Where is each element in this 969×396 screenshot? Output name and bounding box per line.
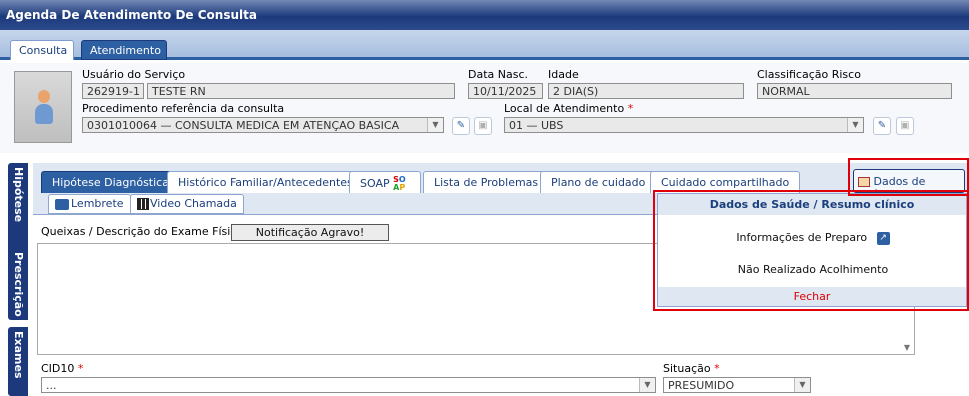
chevron-down-icon[interactable]: ▼ — [427, 118, 443, 132]
local-label: Local de Atendimento * — [504, 102, 633, 115]
save-procedimento-icon[interactable]: ▣ — [474, 117, 492, 135]
qr-code-icon — [137, 198, 149, 210]
message-icon — [55, 198, 69, 210]
tab-lembrete-label: Lembrete — [71, 197, 124, 210]
side-tab-exames[interactable]: Exames — [8, 327, 28, 396]
notificacao-agravo-button[interactable]: Notificação Agravo! — [231, 224, 389, 241]
tab-lista-problemas[interactable]: Lista de Problemas — [423, 171, 550, 193]
side-tab-exames-label: Exames — [12, 331, 25, 379]
side-tab-prescricao[interactable]: Prescrição — [8, 248, 28, 320]
usuario-label: Usuário do Serviço — [82, 68, 186, 81]
local-label-text: Local de Atendimento — [504, 102, 625, 115]
required-mark: * — [627, 102, 634, 115]
tab-plano-cuidado[interactable]: Plano de cuidado — [540, 171, 657, 193]
local-value: 01 — UBS — [509, 119, 564, 132]
highlight-box — [653, 190, 969, 311]
situacao-label: Situação * — [663, 362, 720, 375]
patient-header: Usuário do Serviço 262919-1 TESTE RN Dat… — [0, 63, 969, 153]
required-mark: * — [714, 362, 720, 375]
side-tab-hipotese-label: Hipótese — [12, 167, 25, 223]
situacao-value: PRESUMIDO — [668, 379, 735, 392]
cid10-label: CID10 * — [41, 362, 83, 375]
tab-hipotese-diagnostica[interactable]: Hipótese Diagnóstica — [41, 171, 180, 193]
window-title: Agenda De Atendimento De Consulta — [0, 0, 969, 30]
tab-consulta[interactable]: Consulta — [10, 40, 74, 60]
procedimento-label: Procedimento referência da consulta — [82, 102, 285, 115]
tab-atendimento[interactable]: Atendimento — [81, 40, 167, 60]
chevron-down-icon[interactable]: ▼ — [794, 378, 810, 392]
data-nasc-field: 10/11/2025 — [468, 83, 543, 99]
local-select[interactable]: 01 — UBS ▼ — [504, 117, 864, 133]
tab-soap-label: SOAP — [360, 177, 390, 190]
usuario-name-field: TESTE RN — [147, 83, 455, 99]
data-nasc-label: Data Nasc. — [468, 68, 529, 81]
tab-video-chamada-label: Video Chamada — [150, 197, 237, 210]
tab-lembrete[interactable]: Lembrete — [48, 194, 131, 214]
cid10-value: ... — [46, 379, 57, 392]
tab-historico-familiar[interactable]: Histórico Familiar/Antecedentes — [167, 171, 364, 193]
patient-photo — [14, 71, 72, 143]
queixas-label: Queixas / Descrição do Exame Físico — [41, 225, 244, 238]
cid10-select[interactable]: ... ▼ — [41, 377, 656, 393]
avatar-head — [38, 90, 50, 103]
top-tab-strip: Consulta Atendimento — [0, 30, 969, 60]
idade-field: 2 DIA(S) — [548, 83, 744, 99]
required-mark: * — [77, 362, 84, 375]
classificacao-label: Classificação Risco — [757, 68, 861, 81]
scroll-down-icon[interactable]: ▼ — [904, 343, 910, 352]
cid10-label-text: CID10 — [41, 362, 75, 375]
edit-local-icon[interactable]: ✎ — [873, 117, 891, 135]
soap-icon: SO AP — [393, 175, 406, 192]
idade-label: Idade — [548, 68, 579, 81]
chevron-down-icon[interactable]: ▼ — [639, 378, 655, 392]
situacao-select[interactable]: PRESUMIDO ▼ — [663, 377, 811, 393]
edit-procedimento-icon[interactable]: ✎ — [452, 117, 470, 135]
user-avatar-icon — [35, 90, 53, 126]
usuario-code-field: 262919-1 — [82, 83, 144, 99]
tab-video-chamada[interactable]: Video Chamada — [130, 194, 244, 214]
classificacao-field: NORMAL — [757, 83, 952, 99]
tab-soap[interactable]: SOAP SO AP — [349, 171, 421, 193]
side-tab-prescricao-label: Prescrição — [12, 252, 25, 317]
save-local-icon[interactable]: ▣ — [896, 117, 914, 135]
situacao-label-text: Situação — [663, 362, 711, 375]
avatar-body — [35, 104, 53, 124]
procedimento-value: 0301010064 — CONSULTA MEDICA EM ATENÇAO … — [87, 119, 400, 132]
procedimento-select[interactable]: 0301010064 — CONSULTA MEDICA EM ATENÇAO … — [82, 117, 444, 133]
chevron-down-icon[interactable]: ▼ — [847, 118, 863, 132]
